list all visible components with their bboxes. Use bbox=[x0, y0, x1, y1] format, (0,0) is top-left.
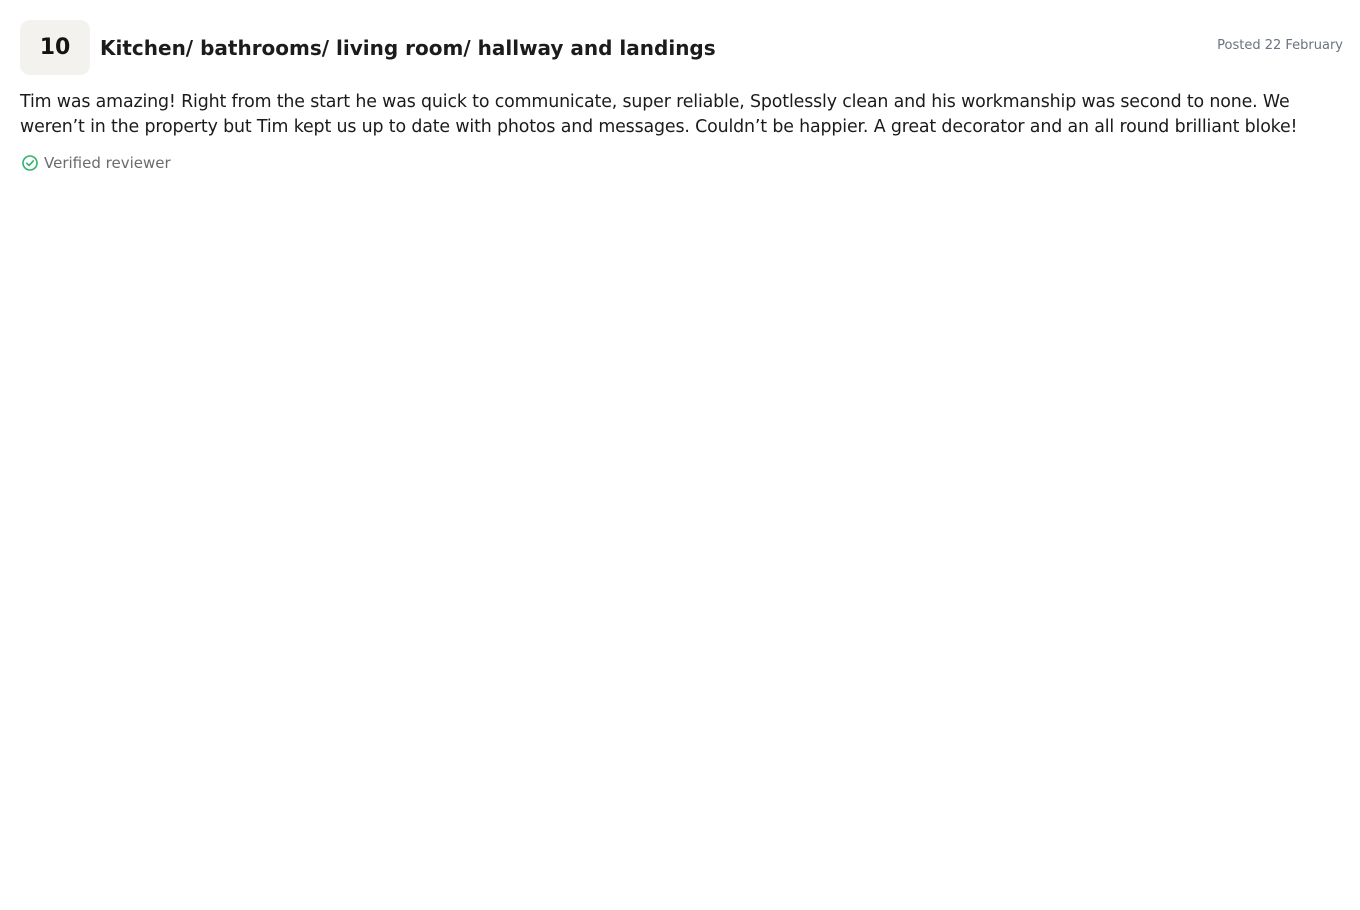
review-header: 10 Kitchen/ bathrooms/ living room/ hall… bbox=[20, 20, 1343, 75]
check-circle-icon bbox=[21, 154, 39, 172]
posted-date: Posted 22 February bbox=[1217, 38, 1343, 53]
review-title: Kitchen/ bathrooms/ living room/ hallway… bbox=[100, 35, 716, 60]
verified-reviewer: Verified reviewer bbox=[20, 154, 1343, 172]
review-body: Tim was amazing! Right from the start he… bbox=[20, 92, 1298, 137]
verified-label: Verified reviewer bbox=[44, 154, 171, 172]
score-badge: 10 bbox=[20, 20, 90, 75]
review-card: 10 Kitchen/ bathrooms/ living room/ hall… bbox=[0, 0, 1360, 172]
